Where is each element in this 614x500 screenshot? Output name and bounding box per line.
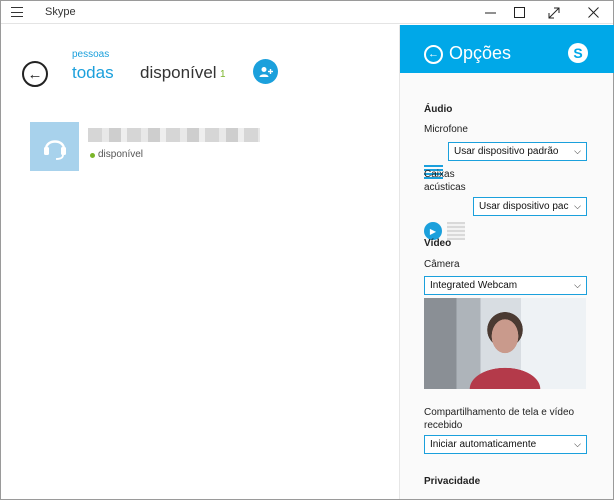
back-arrow-icon[interactable]: ← [22, 61, 48, 87]
title-bar: Skype [1, 1, 613, 24]
add-person-icon [259, 66, 273, 77]
chevron-down-icon: ⌵ [574, 439, 581, 449]
presence-dot-icon [90, 153, 95, 158]
avatar [30, 122, 79, 171]
mic-device-value: Usar dispositivo padrão [454, 146, 559, 157]
mic-device-select[interactable]: Usar dispositivo padrão ⌵ [448, 142, 587, 161]
speaker-label-line2: acústicas [424, 182, 466, 193]
fullscreen-arrows-icon [548, 7, 560, 18]
speaker-device-select[interactable]: Usar dispositivo pac ⌵ [473, 197, 587, 216]
add-contact-button[interactable] [253, 59, 278, 84]
available-count-badge: 1 [220, 69, 226, 80]
contact-list-item[interactable]: disponível [30, 122, 390, 172]
window-title: Skype [45, 6, 76, 18]
hamburger-menu-icon[interactable] [9, 5, 25, 19]
contact-status: disponível [98, 149, 144, 160]
chevron-down-icon: ⌵ [574, 201, 581, 211]
options-panel: ← Opções S Áudio Microfone Usar disposit… [399, 25, 614, 499]
skype-logo-icon: S [568, 43, 588, 63]
camera-device-value: Integrated Webcam [430, 280, 518, 291]
minimize-icon [484, 12, 496, 14]
skype-window: Skype ← pessoas todas disponível 1 dispo… [0, 0, 614, 500]
close-button[interactable] [576, 1, 610, 24]
screen-share-label-line2: recebido [424, 420, 463, 431]
headset-icon [43, 139, 66, 160]
options-header: ← Opções S [400, 25, 614, 73]
maximize-button[interactable] [502, 1, 536, 24]
contacts-panel: ← pessoas todas disponível 1 disponível [1, 25, 399, 499]
screen-share-value: Iniciar automaticamente [430, 439, 537, 450]
speaker-device-value: Usar dispositivo pac [479, 201, 569, 212]
audio-heading: Áudio [424, 104, 453, 115]
contact-name-blurred [88, 128, 260, 142]
camera-preview-image [424, 298, 586, 389]
options-back-arrow-icon[interactable]: ← [424, 45, 443, 64]
chevron-down-icon: ⌵ [574, 280, 581, 290]
mic-label: Microfone [424, 124, 468, 135]
pivot-group-label: pessoas [72, 49, 110, 60]
privacy-heading: Privacidade [424, 476, 481, 487]
screen-share-select[interactable]: Iniciar automaticamente ⌵ [424, 435, 587, 454]
fullscreen-button[interactable] [537, 1, 571, 24]
screen-share-label-line1: Compartilhamento de tela e vídeo [424, 407, 575, 418]
speaker-label-line1: Caixas [424, 169, 455, 180]
tab-available[interactable]: disponível [140, 63, 217, 83]
maximize-icon [513, 7, 525, 18]
options-title: Opções [449, 43, 512, 63]
video-heading: Vídeo [424, 238, 452, 249]
chevron-down-icon: ⌵ [574, 146, 581, 156]
tab-all[interactable]: todas [72, 63, 114, 83]
close-icon [587, 7, 599, 18]
camera-label: Câmera [424, 259, 460, 270]
camera-device-select[interactable]: Integrated Webcam ⌵ [424, 276, 587, 295]
